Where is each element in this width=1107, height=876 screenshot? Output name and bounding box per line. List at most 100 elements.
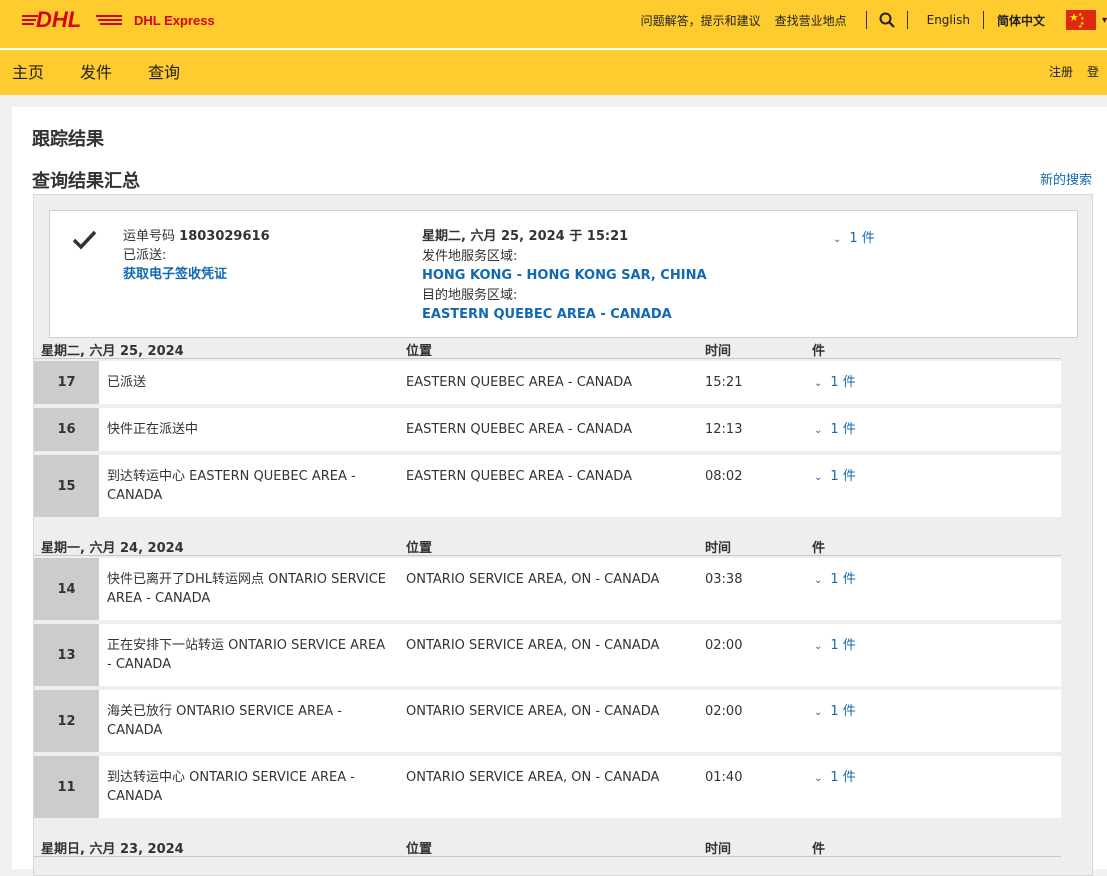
- destination-label: 目的地服务区域:: [422, 287, 518, 303]
- locations-link[interactable]: 查找营业地点: [775, 12, 847, 29]
- event-pieces-toggle[interactable]: ⌄ 1 件: [814, 467, 856, 487]
- chevron-down-icon: ⌄: [814, 472, 823, 483]
- event-number: 17: [34, 361, 99, 404]
- col-pieces: 件: [812, 344, 826, 359]
- event-pieces-toggle[interactable]: ⌄ 1 件: [814, 420, 856, 440]
- event-time: 02:00: [705, 704, 743, 719]
- nav-home[interactable]: 主页: [12, 50, 44, 95]
- event-number: 12: [34, 690, 99, 752]
- language-chinese[interactable]: 简体中文: [997, 12, 1045, 29]
- pieces-count: 1 件: [830, 422, 856, 437]
- event-time: 15:21: [705, 375, 743, 390]
- event-location: EASTERN QUEBEC AREA - CANADA: [406, 469, 632, 484]
- chevron-down-icon: ⌄: [814, 425, 823, 436]
- event-row: 14 快件已离开了DHL转运网点 ONTARIO SERVICE AREA - …: [34, 558, 1061, 620]
- event-time: 02:00: [705, 638, 743, 653]
- event-pieces-toggle[interactable]: ⌄ 1 件: [814, 702, 856, 722]
- page-title: 跟踪结果: [32, 129, 104, 150]
- origin-area[interactable]: HONG KONG - HONG KONG SAR, CHINA: [422, 266, 707, 286]
- col-time: 时间: [705, 842, 732, 857]
- day-header: 星期二, 六月 25, 2024 位置 时间 件: [34, 338, 1061, 359]
- event-time: 03:38: [705, 572, 743, 587]
- chevron-down-icon: ⌄: [814, 378, 823, 389]
- pieces-count: 1 件: [830, 572, 856, 587]
- dhl-logo[interactable]: DHL DHL Express: [22, 6, 215, 34]
- event-description: 到达转运中心 EASTERN QUEBEC AREA - CANADA: [107, 469, 356, 503]
- col-pieces: 件: [812, 541, 826, 556]
- divider: [906, 11, 908, 29]
- event-description: 正在安排下一站转运 ONTARIO SERVICE AREA - CANADA: [107, 638, 386, 672]
- event-row: 17 已派送 EASTERN QUEBEC AREA - CANADA 15:2…: [34, 361, 1061, 404]
- login-link[interactable]: 登录: [1087, 50, 1107, 124]
- destination-area[interactable]: EASTERN QUEBEC AREA - CANADA: [422, 305, 707, 325]
- col-location: 位置: [406, 344, 433, 359]
- event-number: 11: [34, 756, 99, 818]
- svg-text:DHL: DHL: [36, 7, 81, 32]
- event-pieces-toggle[interactable]: ⌄ 1 件: [814, 373, 856, 393]
- day-date: 星期一, 六月 24, 2024: [41, 541, 184, 556]
- event-number: 15: [34, 455, 99, 517]
- new-search-link[interactable]: 新的搜索: [1040, 169, 1092, 188]
- event-description: 快件正在派送中: [107, 422, 199, 437]
- event-location: ONTARIO SERVICE AREA, ON - CANADA: [406, 770, 660, 785]
- event-location: ONTARIO SERVICE AREA, ON - CANADA: [406, 572, 660, 587]
- pieces-count: 1 件: [830, 469, 856, 484]
- waybill-block: 运单号码 1803029616 已派送: 获取电子签收凭证: [123, 227, 270, 284]
- register-link[interactable]: 注册: [1049, 50, 1073, 95]
- day-date: 星期日, 六月 23, 2024: [41, 842, 184, 857]
- summary-heading: 查询结果汇总: [32, 171, 140, 192]
- status-text: 已派送:: [123, 248, 167, 263]
- nav-ship[interactable]: 发件: [80, 50, 112, 95]
- event-time: 08:02: [705, 469, 743, 484]
- help-link[interactable]: 问题解答，提示和建议: [641, 12, 761, 29]
- pod-link[interactable]: 获取电子签收凭证: [123, 265, 270, 284]
- col-location: 位置: [406, 541, 433, 556]
- waybill-label: 运单号码: [123, 229, 176, 244]
- chevron-down-icon: ⌄: [814, 707, 823, 718]
- event-number: 13: [34, 624, 99, 686]
- divider: [982, 11, 984, 29]
- shipment-summary: 运单号码 1803029616 已派送: 获取电子签收凭证 星期二, 六月 25…: [49, 210, 1078, 338]
- event-pieces-toggle[interactable]: ⌄ 1 件: [814, 768, 856, 788]
- event-row: 11 到达转运中心 ONTARIO SERVICE AREA - CANADA …: [34, 756, 1061, 818]
- summary-pieces-toggle[interactable]: ⌄ 1 件: [833, 227, 875, 246]
- pieces-count: 1 件: [830, 375, 856, 390]
- chevron-down-icon: ⌄: [814, 641, 823, 652]
- check-icon: [72, 230, 97, 250]
- event-location: ONTARIO SERVICE AREA, ON - CANADA: [406, 704, 660, 719]
- day-date: 星期二, 六月 25, 2024: [41, 344, 184, 359]
- col-time: 时间: [705, 541, 732, 556]
- utility-links: 问题解答，提示和建议 查找营业地点 English 简体中文 ★ ★ ★ ★ ★…: [634, 0, 1107, 40]
- col-location: 位置: [406, 842, 433, 857]
- event-pieces-toggle[interactable]: ⌄ 1 件: [814, 636, 856, 656]
- nav-track[interactable]: 查询: [148, 50, 180, 95]
- chevron-down-icon: ⌄: [833, 234, 842, 245]
- language-english[interactable]: English: [927, 13, 970, 27]
- event-location: ONTARIO SERVICE AREA, ON - CANADA: [406, 638, 660, 653]
- event-number: 16: [34, 408, 99, 451]
- event-description: 快件已离开了DHL转运网点 ONTARIO SERVICE AREA - CAN…: [107, 572, 386, 606]
- top-header: DHL DHL Express 问题解答，提示和建议 查找营业地点 Englis…: [0, 0, 1107, 50]
- event-row: 15 到达转运中心 EASTERN QUEBEC AREA - CANADA E…: [34, 455, 1061, 517]
- col-pieces: 件: [812, 842, 826, 857]
- event-location: EASTERN QUEBEC AREA - CANADA: [406, 422, 632, 437]
- dhl-logo-icon: DHL: [22, 7, 122, 32]
- search-icon[interactable]: [879, 12, 895, 28]
- chevron-down-icon: ⌄: [814, 575, 823, 586]
- product-name: DHL Express: [134, 12, 215, 28]
- waybill-number: 1803029616: [179, 229, 270, 244]
- chevron-down-icon: ⌄: [814, 773, 823, 784]
- results-container: 运单号码 1803029616 已派送: 获取电子签收凭证 星期二, 六月 25…: [33, 194, 1093, 876]
- chevron-down-icon[interactable]: ▾: [1102, 15, 1107, 26]
- china-flag-icon[interactable]: ★ ★ ★ ★ ★: [1065, 10, 1096, 30]
- tracking-panel: 跟踪结果 查询结果汇总 新的搜索 运单号码 1803029616 已派送: 获取…: [12, 107, 1107, 876]
- origin-label: 发件地服务区域:: [422, 248, 518, 264]
- event-pieces-toggle[interactable]: ⌄ 1 件: [814, 570, 856, 590]
- pieces-count: 1 件: [830, 770, 856, 785]
- delivered-datetime: 星期二, 六月 25, 2024 于 15:21: [422, 229, 629, 244]
- pieces-count: 1 件: [830, 638, 856, 653]
- route-block: 星期二, 六月 25, 2024 于 15:21 发件地服务区域: HONG K…: [422, 227, 707, 325]
- divider: [865, 11, 867, 29]
- event-description: 海关已放行 ONTARIO SERVICE AREA - CANADA: [107, 704, 342, 738]
- day-header: 星期一, 六月 24, 2024 位置 时间 件: [34, 535, 1061, 556]
